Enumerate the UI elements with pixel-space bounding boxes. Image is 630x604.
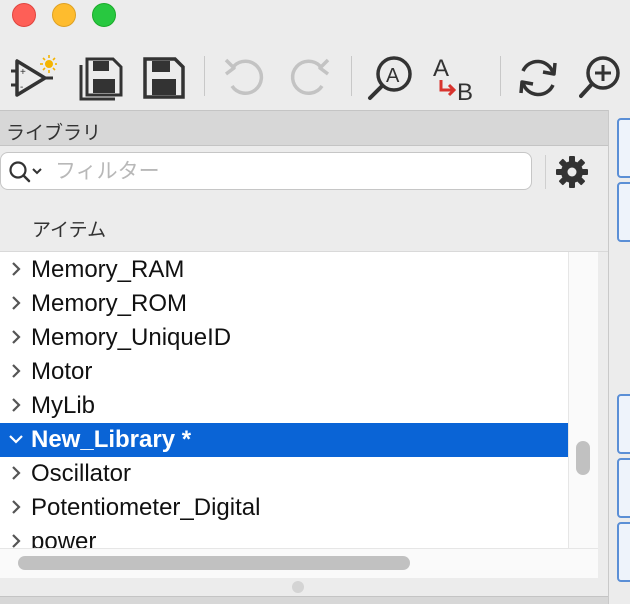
zoom-in-icon bbox=[579, 56, 620, 98]
save-all-icon bbox=[79, 57, 123, 101]
tree-item[interactable]: Memory_RAM bbox=[0, 253, 568, 287]
toolbar: + - A A B bbox=[0, 40, 630, 110]
filter-input[interactable] bbox=[53, 157, 517, 187]
tree-item[interactable]: Motor bbox=[0, 355, 568, 389]
redo-button[interactable] bbox=[284, 52, 336, 104]
chevron-right-icon[interactable] bbox=[8, 465, 24, 481]
vertical-scroll-thumb[interactable] bbox=[576, 441, 590, 475]
tree-item-label: Memory_ROM bbox=[31, 290, 188, 317]
title-bar bbox=[0, 0, 630, 34]
svg-text:A: A bbox=[386, 65, 400, 87]
undo-button[interactable] bbox=[218, 52, 270, 104]
library-tree: Memory_RAM Memory_ROM Memory_UniqueID Motor… bbox=[0, 252, 568, 548]
svg-text:A: A bbox=[433, 55, 449, 82]
chevron-down-icon[interactable] bbox=[8, 431, 24, 447]
library-panel-header: ライブラリ bbox=[0, 110, 608, 146]
maximize-window-button[interactable] bbox=[92, 3, 116, 27]
bottom-panel-header bbox=[0, 596, 608, 604]
tree-item-label: Memory_UniqueID bbox=[31, 324, 232, 351]
chevron-right-icon[interactable] bbox=[8, 533, 24, 548]
chevron-right-icon[interactable] bbox=[8, 397, 24, 413]
right-tool-button[interactable] bbox=[617, 118, 630, 178]
chevron-right-icon[interactable] bbox=[8, 295, 24, 311]
right-tool-button[interactable] bbox=[617, 394, 630, 454]
panel-splitter[interactable] bbox=[0, 578, 608, 596]
refresh-button[interactable] bbox=[512, 52, 564, 104]
tree-item-label: Oscillator bbox=[31, 460, 132, 487]
svg-text:+: + bbox=[20, 67, 26, 78]
vertical-scrollbar[interactable] bbox=[568, 252, 598, 548]
tree-item-label: MyLib bbox=[31, 392, 96, 419]
tree-item[interactable]: Memory_ROM bbox=[0, 287, 568, 321]
right-tool-strip bbox=[609, 110, 630, 604]
zoom-in-button[interactable] bbox=[576, 52, 628, 104]
tree-item[interactable]: Potentiometer_Digital bbox=[0, 491, 568, 525]
toolbar-separator bbox=[351, 56, 352, 96]
filter-box bbox=[0, 152, 532, 190]
toolbar-separator bbox=[204, 56, 205, 96]
splitter-handle[interactable] bbox=[292, 581, 304, 593]
chevron-right-icon[interactable] bbox=[8, 499, 24, 515]
replace-text-button[interactable]: A B bbox=[430, 52, 482, 104]
undo-icon bbox=[224, 58, 264, 95]
tree-item[interactable]: New_Library * bbox=[0, 423, 568, 457]
refresh-icon bbox=[519, 59, 557, 97]
chevron-right-icon[interactable] bbox=[8, 261, 24, 277]
tree-item[interactable]: Memory_UniqueID bbox=[0, 321, 568, 355]
horizontal-scroll-thumb[interactable] bbox=[18, 556, 410, 570]
library-panel-title: ライブラリ bbox=[6, 123, 102, 144]
replace-icon: A B bbox=[433, 55, 473, 102]
redo-icon bbox=[290, 58, 330, 95]
tree-item[interactable]: MyLib bbox=[0, 389, 568, 423]
filter-separator bbox=[545, 155, 546, 189]
find-text-button[interactable]: A bbox=[364, 52, 416, 104]
save-icon bbox=[143, 57, 185, 99]
save-button[interactable] bbox=[138, 52, 190, 104]
tree-item-label: power bbox=[31, 528, 97, 548]
toolbar-separator bbox=[500, 56, 501, 96]
svg-text:-: - bbox=[20, 82, 23, 93]
new-symbol-icon: + - bbox=[11, 55, 57, 97]
right-tool-button[interactable] bbox=[617, 522, 630, 582]
tree-item-label: Memory_RAM bbox=[31, 256, 185, 283]
column-header-label: アイテム bbox=[32, 220, 107, 241]
tree-item[interactable]: Oscillator bbox=[0, 457, 568, 491]
chevron-right-icon[interactable] bbox=[8, 363, 24, 379]
right-tool-button[interactable] bbox=[617, 458, 630, 518]
new-symbol-button[interactable]: + - bbox=[8, 52, 60, 104]
tree-item[interactable]: power bbox=[0, 525, 568, 548]
filter-row bbox=[0, 146, 608, 200]
find-icon: A bbox=[368, 56, 412, 100]
right-tool-button[interactable] bbox=[617, 182, 630, 242]
save-all-button[interactable] bbox=[74, 52, 126, 104]
minimize-window-button[interactable] bbox=[52, 3, 76, 27]
svg-text:B: B bbox=[457, 79, 473, 102]
close-window-button[interactable] bbox=[12, 3, 36, 27]
gear-icon[interactable] bbox=[554, 154, 590, 190]
tree-item-label: Potentiometer_Digital bbox=[31, 494, 261, 521]
tree-item-label: New_Library * bbox=[31, 426, 192, 453]
search-icon[interactable] bbox=[9, 160, 49, 184]
chevron-right-icon[interactable] bbox=[8, 329, 24, 345]
tree-item-label: Motor bbox=[31, 358, 93, 385]
column-header[interactable]: アイテム bbox=[0, 200, 608, 252]
